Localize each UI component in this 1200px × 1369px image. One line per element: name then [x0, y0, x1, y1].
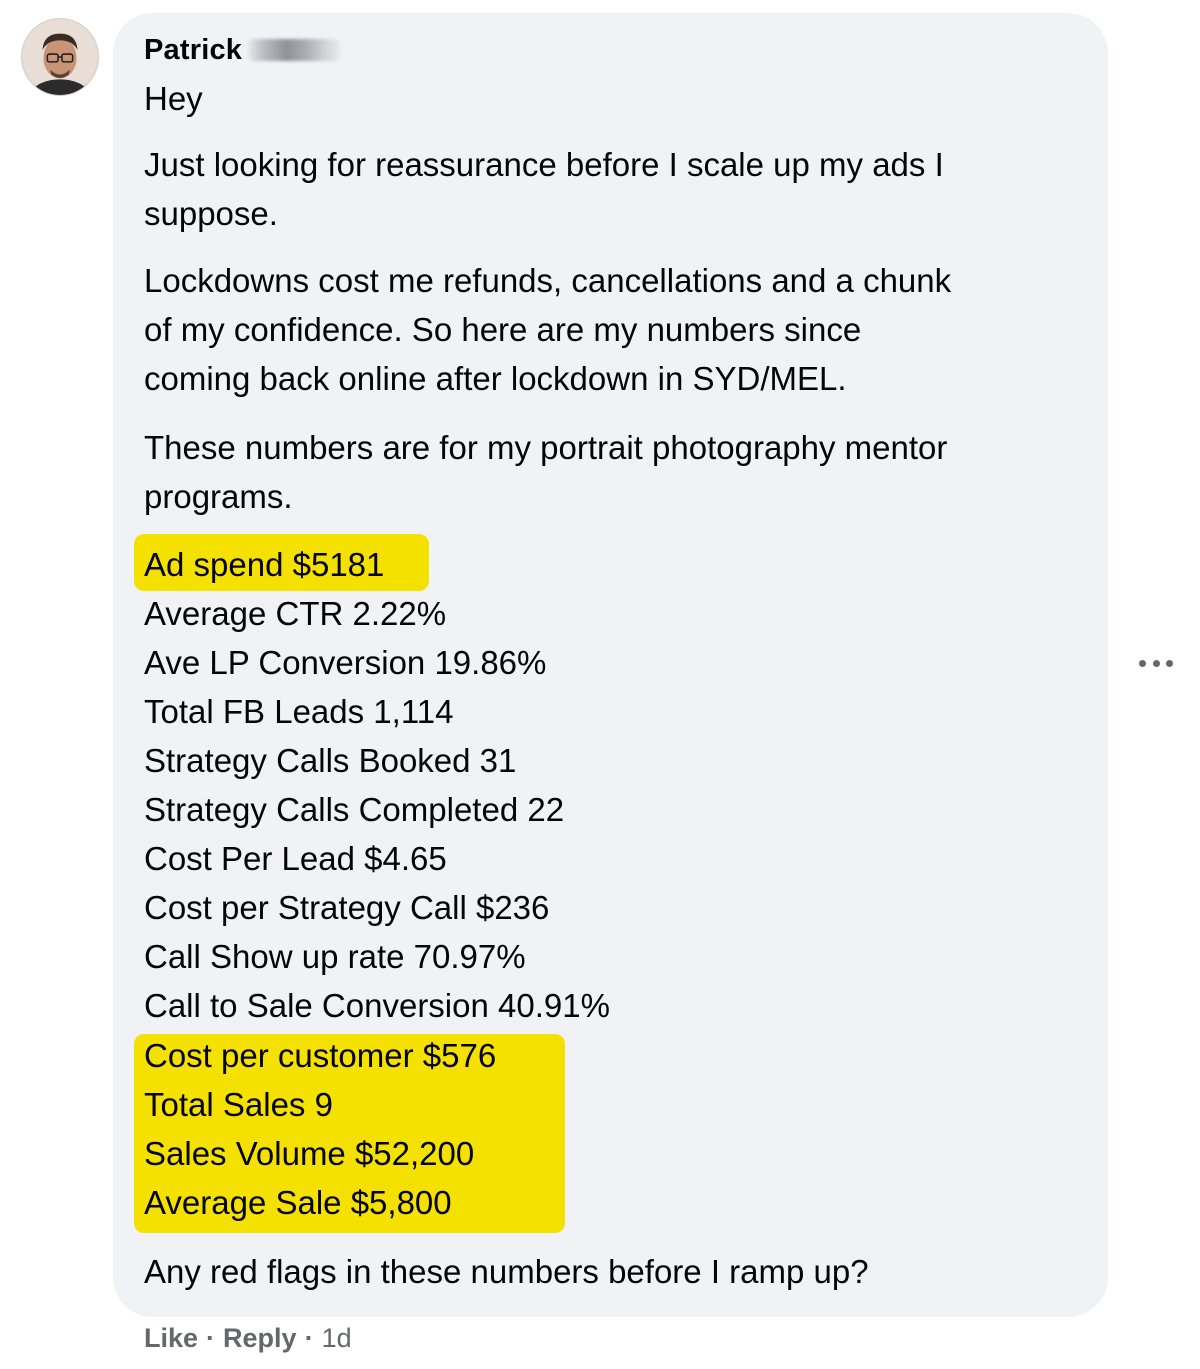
stat-lp-conversion: Ave LP Conversion 19.86%: [144, 644, 547, 681]
comment-actions: Like · Reply · 1d: [144, 1318, 352, 1358]
comment-line: Lockdowns cost me refunds, cancellations…: [144, 262, 952, 299]
dot: [1152, 659, 1160, 667]
avatar-image: [22, 19, 98, 95]
stat-total-leads: Total FB Leads 1,114: [144, 693, 454, 730]
separator: ·: [304, 1322, 314, 1353]
stat-total-sales: Total Sales 9: [144, 1086, 333, 1123]
comment-line: suppose.: [144, 195, 278, 232]
comment-timestamp[interactable]: 1d: [322, 1323, 352, 1354]
comment-line: coming back online after lockdown in SYD…: [144, 360, 847, 397]
stat-show-up-rate: Call Show up rate 70.97%: [144, 938, 526, 975]
stat-sales-volume: Sales Volume $52,200: [144, 1135, 475, 1172]
comment-line: programs.: [144, 478, 293, 515]
reply-button[interactable]: Reply: [223, 1323, 297, 1354]
comment-line: of my confidence. So here are my numbers…: [144, 311, 862, 348]
like-button[interactable]: Like: [144, 1323, 198, 1354]
stat-cost-per-lead: Cost Per Lead $4.65: [144, 840, 447, 877]
stat-cost-per-call: Cost per Strategy Call $236: [144, 889, 550, 926]
dot: [1139, 659, 1146, 667]
comment-line: Just looking for reassurance before I sc…: [144, 146, 944, 183]
stat-ad-spend: Ad spend $5181: [144, 546, 385, 583]
comment-line: These numbers are for my portrait photog…: [144, 429, 948, 466]
comment-closing: Any red flags in these numbers before I …: [144, 1253, 869, 1290]
more-horizontal-icon[interactable]: [1136, 651, 1176, 675]
stat-calls-booked: Strategy Calls Booked 31: [144, 742, 517, 779]
stat-calls-completed: Strategy Calls Completed 22: [144, 791, 565, 828]
avatar[interactable]: [21, 18, 99, 96]
comment-header: Patrick: [144, 30, 341, 70]
dot: [1166, 659, 1173, 667]
comment-greeting: Hey: [144, 80, 203, 117]
separator: ·: [206, 1322, 216, 1353]
stat-average-sale: Average Sale $5,800: [144, 1184, 452, 1221]
author-name[interactable]: Patrick: [144, 34, 242, 67]
redacted-surname: [248, 39, 341, 61]
stat-average-ctr: Average CTR 2.22%: [144, 595, 447, 632]
stat-call-to-sale: Call to Sale Conversion 40.91%: [144, 987, 610, 1024]
stat-cost-per-customer: Cost per customer $576: [144, 1037, 497, 1074]
